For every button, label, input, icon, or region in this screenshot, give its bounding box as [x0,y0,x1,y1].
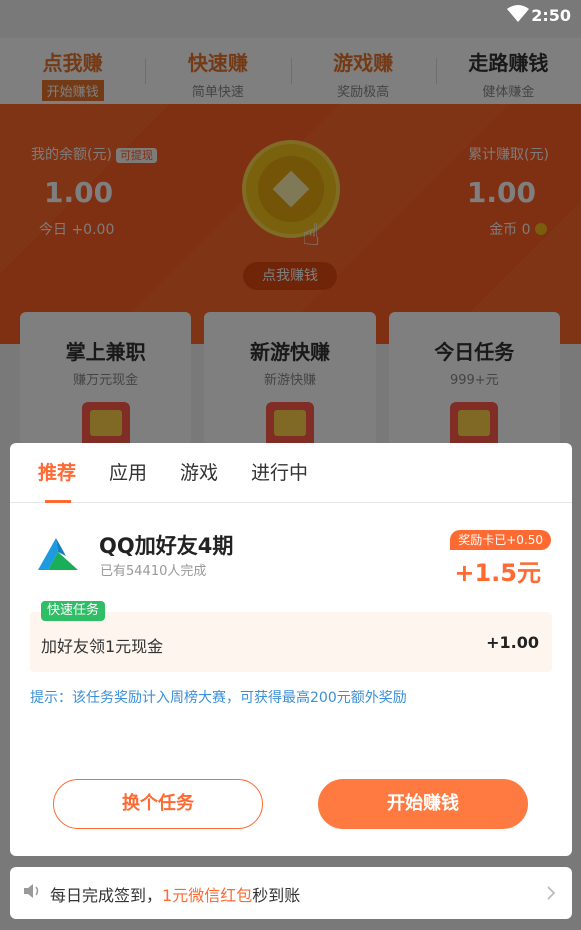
reward-card-badge: 奖励卡已+0.50 [450,530,551,550]
chevron-right-icon [546,885,556,905]
dialog-tab-bar: 推荐 应用 游戏 进行中 [10,443,572,503]
tab-in-progress[interactable]: 进行中 [251,443,308,502]
wifi-icon [507,5,529,27]
tab-apps[interactable]: 应用 [109,443,147,502]
notice-bar[interactable]: 每日完成签到，1元微信红包秒到账 [10,867,572,919]
swap-task-button[interactable]: 换个任务 [53,779,263,829]
tab-games[interactable]: 游戏 [180,443,218,502]
subtask-row: 快速任务 加好友领1元现金 +1.00 [30,601,552,672]
subtask-text: 加好友领1元现金 [41,637,164,656]
notice-suffix: 秒到账 [252,886,301,905]
task-reward-amount: +1.5元 [454,559,541,587]
notice-prefix: 每日完成签到， [50,886,163,905]
notice-highlight: 1元微信红包 [162,886,253,905]
task-completed-count: 已有54410人完成 [100,564,207,579]
notice-text: 每日完成签到，1元微信红包秒到账 [50,882,300,906]
task-dialog: 推荐 应用 游戏 进行中 QQ加好友4期 已有54410人完成 奖励卡已+0.5… [10,443,572,856]
clock: 2:50 [531,6,571,25]
status-bar: 2:50 [0,0,581,32]
subtask-value: +1.00 [486,633,539,652]
task-hint: 提示：该任务奖励计入周榜大赛，可获得最高200元额外奖励 [30,690,407,706]
task-title: QQ加好友4期 [99,534,234,558]
start-earning-button[interactable]: 开始赚钱 [318,779,528,829]
task-app-logo-icon [34,536,82,576]
tab-recommended[interactable]: 推荐 [38,443,76,503]
fast-task-badge: 快速任务 [41,601,106,621]
speaker-icon [23,883,41,903]
